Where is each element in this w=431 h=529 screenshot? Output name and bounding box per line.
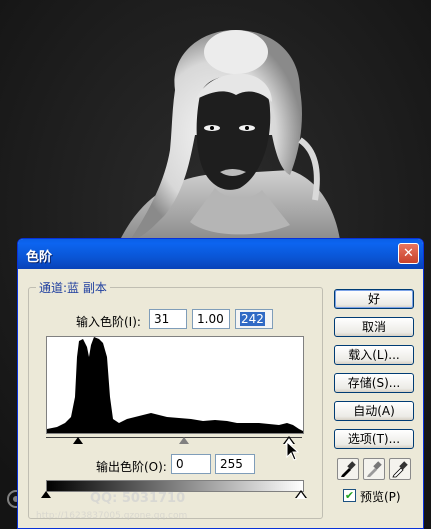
watermark-qq: QQ: 5031710 bbox=[90, 491, 186, 506]
white-eyedropper-icon bbox=[392, 461, 408, 478]
gray-eyedropper-button[interactable] bbox=[363, 458, 385, 480]
close-icon: ✕ bbox=[403, 246, 414, 261]
options-button[interactable]: 选项(T)... bbox=[334, 429, 414, 449]
input-levels-label: 输入色阶(I): bbox=[76, 315, 141, 329]
input-white-field[interactable]: 242 bbox=[235, 309, 273, 329]
ok-button[interactable]: 好 bbox=[334, 289, 414, 309]
channel-label: 通道:蓝 副本 bbox=[36, 279, 110, 296]
output-black-slider[interactable] bbox=[41, 491, 51, 498]
input-black-field[interactable]: 31 bbox=[149, 309, 187, 329]
gray-eyedropper-icon bbox=[367, 461, 382, 477]
output-black-field[interactable]: 0 bbox=[171, 454, 211, 474]
auto-button[interactable]: 自动(A) bbox=[334, 401, 414, 421]
black-eyedropper-icon bbox=[341, 461, 356, 477]
mouse-cursor-icon bbox=[286, 441, 300, 461]
input-gamma-slider[interactable] bbox=[179, 437, 189, 444]
watermark-url: http://1623837005.qzone.qq.com bbox=[36, 511, 188, 521]
close-button[interactable]: ✕ bbox=[398, 243, 419, 264]
white-eyedropper-button[interactable] bbox=[389, 458, 411, 480]
levels-dialog: 色阶 ✕ 通道:蓝 副本 输入色阶(I): 31 1.00 242 输出色阶(O… bbox=[17, 238, 424, 529]
save-button[interactable]: 存储(S)... bbox=[334, 373, 414, 393]
dialog-title: 色阶 bbox=[26, 250, 53, 265]
output-white-slider[interactable] bbox=[296, 492, 306, 499]
checkmark-icon: ✔ bbox=[344, 489, 355, 502]
input-slider-track bbox=[46, 437, 302, 438]
input-gamma-field[interactable]: 1.00 bbox=[192, 309, 230, 329]
output-levels-label: 输出色阶(O): bbox=[96, 460, 167, 474]
load-button[interactable]: 载入(L)... bbox=[334, 345, 414, 365]
title-bar[interactable]: 色阶 ✕ bbox=[18, 239, 423, 269]
black-eyedropper-button[interactable] bbox=[337, 458, 359, 480]
output-white-field[interactable]: 255 bbox=[215, 454, 255, 474]
histogram-graph bbox=[47, 337, 303, 433]
preview-label: 预览(P) bbox=[360, 490, 401, 504]
histogram bbox=[46, 336, 304, 434]
cancel-button[interactable]: 取消 bbox=[334, 317, 414, 337]
input-black-slider[interactable] bbox=[73, 437, 83, 444]
preview-checkbox[interactable]: ✔ bbox=[343, 489, 356, 502]
